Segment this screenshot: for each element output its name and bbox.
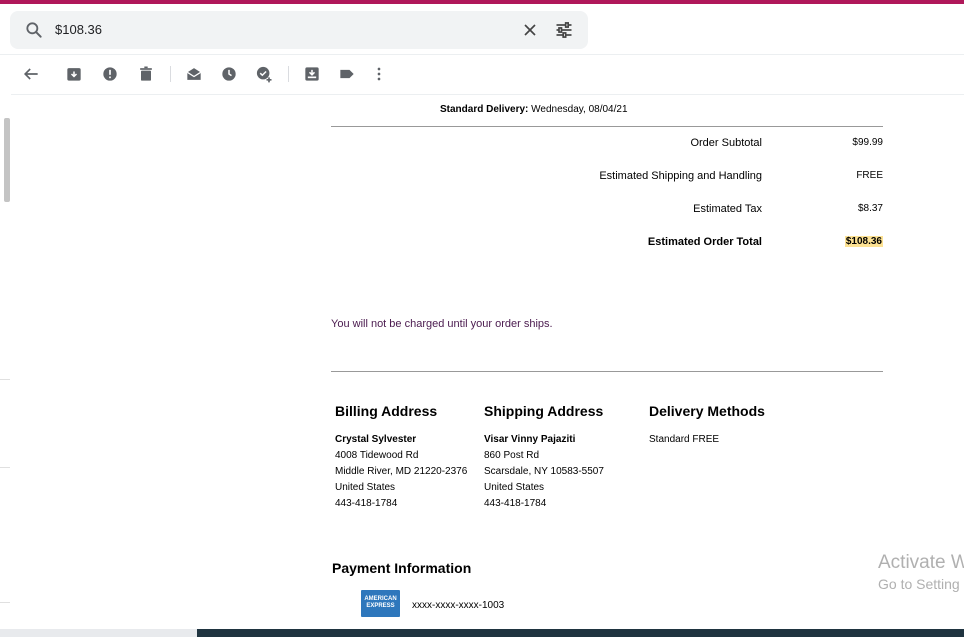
snooze-icon[interactable]	[219, 64, 239, 84]
message-toolbar	[0, 58, 964, 90]
header-divider	[0, 54, 964, 55]
delivery-date: Wednesday, 08/04/21	[531, 104, 628, 115]
close-icon[interactable]	[520, 20, 540, 40]
delivery-label: Standard Delivery:	[440, 104, 529, 115]
move-to-icon[interactable]	[302, 64, 322, 84]
billing-heading: Billing Address	[335, 403, 438, 419]
delivery-methods-heading: Delivery Methods	[649, 403, 765, 419]
summary-row-tax: Estimated Tax $8.37	[331, 203, 883, 217]
summary-value: $99.99	[852, 137, 883, 148]
billing-city: Middle River, MD 21220-2376	[335, 466, 468, 477]
bottom-bar-left	[0, 629, 197, 637]
shipping-heading: Shipping Address	[484, 403, 604, 419]
search-bar[interactable]: $108.36	[10, 11, 588, 49]
tune-icon[interactable]	[554, 20, 574, 40]
summary-label: Estimated Shipping and Handling	[599, 170, 762, 182]
toolbar-divider-line	[11, 94, 964, 95]
delete-icon[interactable]	[136, 64, 156, 84]
card-number: xxxx-xxxx-xxxx-1003	[412, 600, 505, 611]
billing-address: Billing Address Crystal Sylvester 4008 T…	[335, 403, 467, 512]
watermark-line-1: Activate W	[878, 552, 964, 573]
shipping-street: 860 Post Rd	[484, 450, 540, 461]
search-icon[interactable]	[24, 20, 44, 40]
amex-logo-text: AMERICAN EXPRESS	[364, 596, 397, 609]
charge-notice: You will not be charged until your order…	[331, 318, 553, 330]
billing-name: Crystal Sylvester	[335, 434, 417, 445]
more-vertical-icon[interactable]	[369, 64, 389, 84]
summary-label: Order Subtotal	[690, 137, 762, 149]
billing-phone: 443-418-1784	[335, 498, 398, 509]
amex-card-logo: AMERICAN EXPRESS	[361, 590, 400, 617]
toolbar-divider	[288, 66, 289, 82]
mark-as-read-icon[interactable]	[184, 64, 204, 84]
report-spam-icon[interactable]	[100, 64, 120, 84]
divider	[331, 126, 883, 127]
shipping-name: Visar Vinny Pajaziti	[484, 434, 576, 445]
archive-icon[interactable]	[64, 64, 84, 84]
delivery-methods: Delivery Methods Standard FREE	[649, 403, 765, 448]
scrollbar-thumb[interactable]	[4, 118, 10, 202]
summary-value-highlighted: $108.36	[844, 236, 883, 247]
shipping-city: Scarsdale, NY 10583-5507	[484, 466, 604, 477]
summary-label: Estimated Tax	[693, 203, 762, 215]
back-arrow-icon[interactable]	[21, 64, 41, 84]
billing-country: United States	[335, 482, 396, 493]
sidebar-divider	[0, 379, 10, 380]
search-input[interactable]: $108.36	[55, 22, 102, 37]
summary-row-shipping: Estimated Shipping and Handling FREE	[331, 170, 883, 184]
summary-row-subtotal: Order Subtotal $99.99	[331, 137, 883, 151]
summary-label: Estimated Order Total	[647, 236, 762, 248]
billing-street: 4008 Tidewood Rd	[335, 450, 419, 461]
window-top-stripe	[0, 0, 964, 4]
activate-windows-watermark: Activate W Go to Setting	[878, 552, 964, 592]
sidebar-divider	[0, 602, 10, 603]
summary-row-total: Estimated Order Total $108.36	[331, 236, 883, 250]
summary-value: $8.37	[857, 203, 883, 214]
shipping-phone: 443-418-1784	[484, 498, 547, 509]
label-icon[interactable]	[337, 64, 357, 84]
add-to-tasks-icon[interactable]	[254, 64, 274, 84]
bottom-bar-right	[197, 629, 964, 637]
shipping-address: Shipping Address Visar Vinny Pajaziti 86…	[484, 403, 604, 512]
payment-heading: Payment Information	[332, 560, 472, 576]
watermark-line-2: Go to Setting	[878, 576, 960, 592]
sidebar-divider	[0, 467, 10, 468]
summary-value: FREE	[856, 170, 883, 181]
divider	[331, 371, 883, 372]
toolbar-divider	[170, 66, 171, 82]
shipping-country: United States	[484, 482, 545, 493]
delivery-line: Standard Delivery: Wednesday, 08/04/21	[440, 104, 628, 115]
delivery-method-value: Standard FREE	[649, 434, 720, 445]
